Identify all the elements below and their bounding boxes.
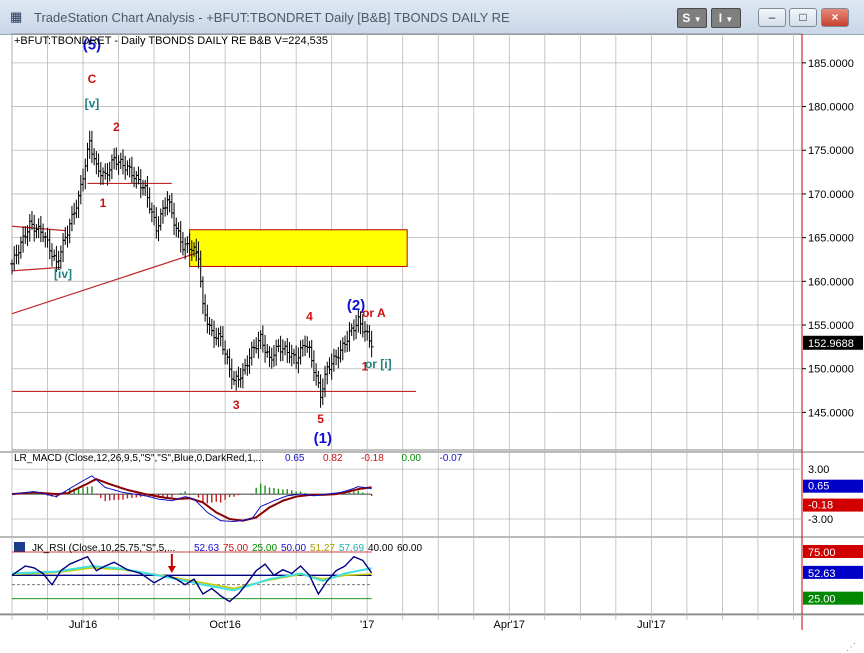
rsi-panel[interactable]: JK_RSI (Close,10,25,75,"S",5,... 52.63 75.…	[11, 542, 422, 603]
macd-value: -0.18	[361, 453, 384, 464]
rsi-badge-label: 25.00	[808, 594, 836, 606]
wave-label: [iv]	[54, 267, 72, 281]
x-tick-label: Jul'16	[69, 619, 97, 631]
price-tick-label: 170.0000	[808, 189, 854, 201]
price-panel[interactable]: (5)C[v]21[iv]345(1)(2)or A1or [i]	[10, 37, 417, 447]
down-arrow-head-icon	[167, 566, 176, 573]
wave-label: 1	[100, 196, 107, 210]
resize-grip-icon[interactable]: ⋰	[846, 642, 856, 653]
macd-value: 0.65	[285, 453, 305, 464]
price-tick-label: 145.0000	[808, 407, 854, 419]
wave-label: 2	[113, 120, 120, 134]
macd-panel[interactable]: LR_MACD (Close,12,26,9,5,"S","S",Blue,0,…	[11, 453, 802, 523]
chart-header: +BFUT:TBONDRET - Daily TBONDS DAILY RE B…	[14, 35, 328, 47]
price-tick-label: 180.0000	[808, 102, 854, 114]
grid	[0, 33, 864, 630]
macd-line[interactable]	[11, 475, 372, 523]
price-tick-label: 155.0000	[808, 320, 854, 332]
x-tick-label: Oct'16	[209, 619, 240, 631]
y-axis: 185.0000 180.0000 175.0000 170.0000 165.0000…	[802, 58, 863, 606]
macd-label: LR_MACD (Close,12,26,9,5,"S","S",Blue,0,…	[14, 453, 264, 464]
wave-label: C	[88, 72, 97, 86]
chart-canvas[interactable]: (5)C[v]21[iv]345(1)(2)or A1or [i] LR_MAC…	[0, 0, 864, 653]
wave-label: [v]	[85, 96, 100, 110]
price-tick-label: 150.0000	[808, 364, 854, 376]
price-tick-label: 175.0000	[808, 145, 854, 157]
trendline[interactable]	[11, 251, 199, 315]
rsi-cyan-line[interactable]	[11, 564, 372, 592]
macd-signal-line[interactable]	[11, 478, 372, 522]
last-price-label: 152.9688	[808, 338, 854, 350]
x-axis: Jul'16 Oct'16 '17 Apr'17 Jul'17 ⋰	[0, 614, 864, 653]
rsi-value: 40.00	[368, 543, 393, 554]
wave-label: 4	[306, 310, 313, 324]
x-tick-label: Apr'17	[494, 619, 525, 631]
macd-tick-label: 3.00	[808, 464, 829, 476]
price-tick-label: 160.0000	[808, 276, 854, 288]
target-zone-rectangle[interactable]	[189, 229, 408, 267]
wave-label: (1)	[314, 430, 332, 447]
macd-badge-label: -0.18	[808, 500, 833, 512]
macd-badge-label: 0.65	[808, 481, 829, 493]
x-tick-label: Jul'17	[637, 619, 665, 631]
wave-label: or A	[362, 306, 386, 320]
macd-value: 0.00	[402, 453, 422, 464]
price-tick-label: 185.0000	[808, 58, 854, 70]
wave-label: or [i]	[365, 357, 392, 371]
price-tick-label: 165.0000	[808, 233, 854, 245]
macd-value: -0.07	[440, 453, 463, 464]
x-tick-label: '17	[360, 619, 374, 631]
wave-label: 3	[233, 398, 240, 412]
rsi-badge-label: 52.63	[808, 568, 836, 580]
wave-label: 5	[317, 412, 324, 426]
macd-tick-label: -3.00	[808, 514, 833, 526]
rsi-badge-label: 75.00	[808, 547, 836, 559]
indicator-icon	[14, 542, 25, 552]
macd-value: 0.82	[323, 453, 343, 464]
rsi-value: 60.00	[397, 543, 422, 554]
